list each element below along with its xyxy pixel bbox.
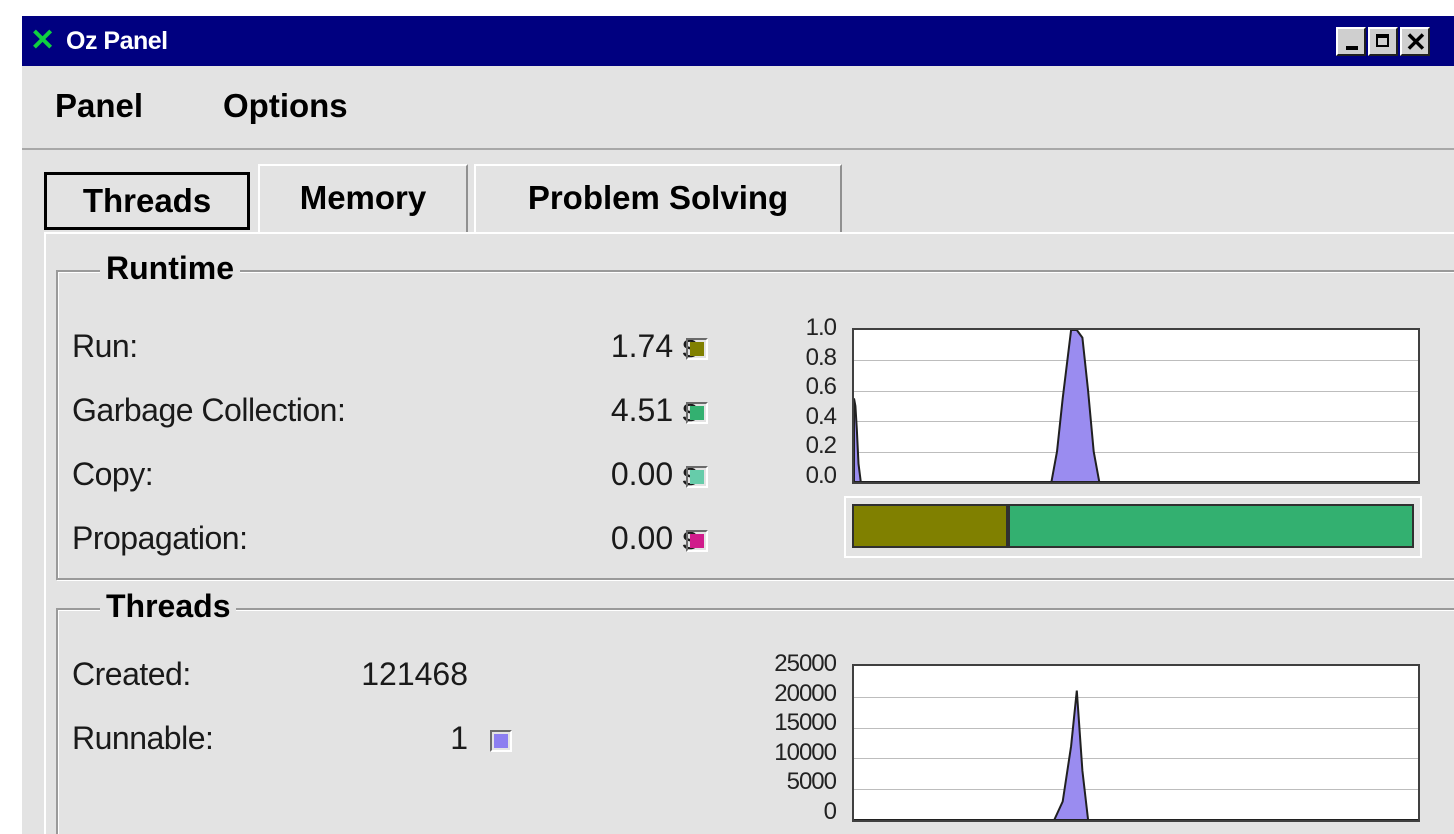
window-title: Oz Panel bbox=[66, 27, 168, 55]
menu-options[interactable]: Options bbox=[223, 87, 348, 125]
run-color-swatch bbox=[686, 338, 708, 360]
menu-panel[interactable]: Panel bbox=[55, 87, 143, 125]
threads-tab-panel: Runtime Run: 1.74 s Garbage Collection: … bbox=[44, 232, 1454, 834]
runtime-y-tick-label: 0.0 bbox=[805, 462, 837, 489]
run-value: 1.74 s bbox=[610, 328, 698, 364]
threads-group-title: Threads bbox=[100, 588, 237, 625]
tab-problem-solving[interactable]: Problem Solving bbox=[474, 164, 842, 234]
runnable-value: 1 bbox=[450, 720, 468, 756]
threads-chart-plot bbox=[854, 690, 1418, 820]
maximize-icon bbox=[1376, 34, 1389, 47]
breakdown-bar-segment bbox=[1008, 504, 1414, 548]
created-label: Created: bbox=[72, 656, 191, 692]
threads-y-tick-label: 0 bbox=[823, 798, 837, 825]
runtime-chart bbox=[852, 328, 1420, 484]
threads-y-tick-label: 20000 bbox=[774, 679, 837, 707]
created-value: 121468 bbox=[361, 656, 468, 692]
tab-threads[interactable]: Threads bbox=[44, 172, 250, 230]
menu-bar: Panel Options bbox=[22, 68, 1454, 150]
threads-y-tick-label: 15000 bbox=[774, 709, 837, 737]
runnable-label: Runnable: bbox=[72, 720, 214, 756]
garbage-collection-color-swatch bbox=[686, 402, 708, 424]
x-icon: ✕ bbox=[30, 24, 56, 57]
runtime-y-tick-label: 0.2 bbox=[805, 432, 837, 460]
minimize-button[interactable] bbox=[1336, 27, 1366, 56]
runnable-color-swatch bbox=[490, 730, 512, 752]
runtime-y-tick-label: 0.8 bbox=[805, 343, 837, 371]
runtime-group: Runtime Run: 1.74 s Garbage Collection: … bbox=[56, 250, 1454, 580]
runtime-y-tick-label: 1.0 bbox=[805, 314, 837, 341]
minimize-icon bbox=[1346, 46, 1358, 50]
oz-panel-window: ✕ Oz Panel ✕ Panel Options Threads Memor… bbox=[20, 14, 1454, 834]
close-icon: ✕ bbox=[1405, 27, 1427, 57]
breakdown-bar-segment bbox=[852, 504, 1008, 548]
copy-color-swatch bbox=[686, 466, 708, 488]
threads-y-tick-label: 25000 bbox=[774, 650, 837, 677]
propagation-color-swatch bbox=[686, 530, 708, 552]
runtime-breakdown-bar bbox=[844, 496, 1422, 558]
threads-y-tick-label: 10000 bbox=[774, 738, 837, 766]
runtime-y-tick-label: 0.4 bbox=[805, 402, 837, 430]
copy-value: 0.00 s bbox=[610, 456, 698, 492]
tab-memory[interactable]: Memory bbox=[258, 164, 468, 234]
garbage-collection-label: Garbage Collection: bbox=[72, 392, 346, 428]
garbage-collection-value: 4.51 s bbox=[610, 392, 698, 428]
close-button[interactable]: ✕ bbox=[1400, 27, 1430, 57]
run-label: Run: bbox=[72, 328, 138, 364]
title-bar[interactable]: ✕ Oz Panel ✕ bbox=[22, 16, 1454, 66]
propagation-label: Propagation: bbox=[72, 520, 248, 556]
threads-group: Threads Created: 121468 Runnable: 1 2500… bbox=[56, 588, 1454, 834]
runtime-chart-series-area bbox=[854, 330, 1418, 482]
copy-label: Copy: bbox=[72, 456, 154, 492]
maximize-button[interactable] bbox=[1368, 27, 1398, 56]
threads-chart-series-area bbox=[854, 690, 1418, 820]
threads-chart bbox=[852, 664, 1420, 822]
propagation-value: 0.00 s bbox=[610, 520, 698, 556]
runtime-group-title: Runtime bbox=[100, 250, 240, 287]
runtime-chart-plot bbox=[854, 330, 1418, 482]
runtime-y-tick-label: 0.6 bbox=[805, 373, 837, 401]
threads-y-tick-label: 5000 bbox=[786, 768, 837, 796]
